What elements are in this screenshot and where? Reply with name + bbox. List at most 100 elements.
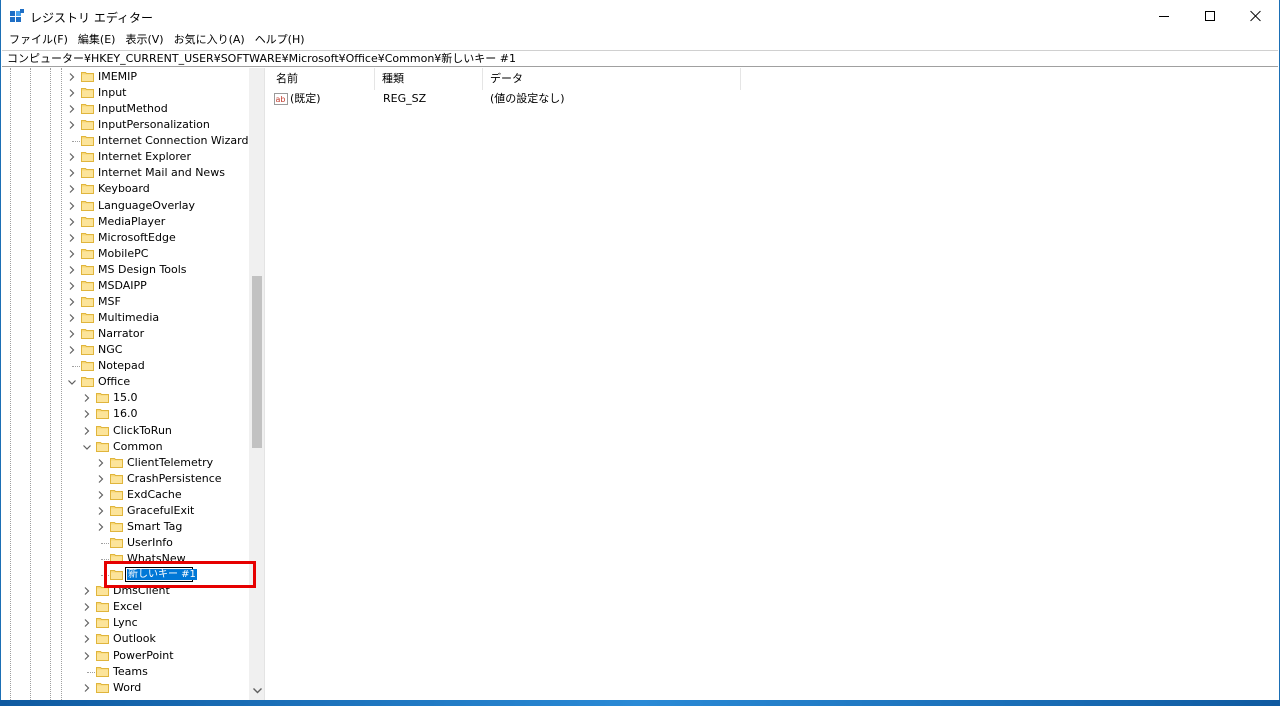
tree-item-imemip[interactable]: IMEMIP	[2, 69, 249, 85]
tree-item-userinfo[interactable]: UserInfo	[2, 535, 249, 551]
chevron-right-icon[interactable]	[66, 215, 78, 229]
minimize-button[interactable]	[1141, 0, 1187, 32]
chevron-right-icon[interactable]	[81, 424, 93, 438]
value-type: REG_SZ	[383, 92, 427, 105]
chevron-right-icon[interactable]	[81, 681, 93, 695]
tree-item-teams[interactable]: Teams	[2, 664, 249, 680]
tree-item-label: MicrosoftEdge	[98, 230, 176, 244]
chevron-right-icon[interactable]	[81, 600, 93, 614]
tree-item-label: Input	[98, 86, 127, 100]
menu-help[interactable]: ヘルプ(H)	[250, 32, 310, 50]
tree-item-word[interactable]: Word	[2, 680, 249, 696]
tree-item-inputpersonalization[interactable]: InputPersonalization	[2, 117, 249, 133]
chevron-right-icon[interactable]	[66, 327, 78, 341]
scroll-down-button[interactable]	[249, 682, 264, 700]
tree-item-mobilepc[interactable]: MobilePC	[2, 246, 249, 262]
chevron-right-icon[interactable]	[95, 520, 107, 534]
tree-item-clienttelemetry[interactable]: ClientTelemetry	[2, 455, 249, 471]
tree-item-label: Office	[98, 375, 131, 389]
tree-item-16-0[interactable]: 16.0	[2, 406, 249, 422]
close-button[interactable]	[1233, 0, 1279, 32]
tree-item-mediaplayer[interactable]: MediaPlayer	[2, 214, 249, 230]
title-bar[interactable]: レジストリ エディター	[1, 0, 1279, 32]
tree-item-smart-tag[interactable]: Smart Tag	[2, 519, 249, 535]
chevron-right-icon[interactable]	[81, 391, 93, 405]
chevron-right-icon[interactable]	[66, 182, 78, 196]
chevron-right-icon[interactable]	[66, 118, 78, 132]
chevron-right-icon[interactable]	[66, 263, 78, 277]
folder-icon	[81, 312, 94, 324]
tree-item-powerpoint[interactable]: PowerPoint	[2, 648, 249, 664]
tree-item-microsoftedge[interactable]: MicrosoftEdge	[2, 230, 249, 246]
tree-item-internet-explorer[interactable]: Internet Explorer	[2, 149, 249, 165]
chevron-right-icon[interactable]	[66, 150, 78, 164]
tree-item-clicktorun[interactable]: ClickToRun	[2, 423, 249, 439]
tree-item-narrator[interactable]: Narrator	[2, 326, 249, 342]
chevron-right-icon[interactable]	[95, 488, 107, 502]
tree-item-crashpersistence[interactable]: CrashPersistence	[2, 471, 249, 487]
tree-item-label: Multimedia	[98, 311, 160, 325]
chevron-right-icon[interactable]	[66, 295, 78, 309]
scroll-thumb[interactable]	[252, 276, 262, 448]
chevron-right-icon[interactable]	[95, 504, 107, 518]
tree-item-excel[interactable]: Excel	[2, 599, 249, 615]
chevron-down-icon[interactable]	[81, 440, 93, 454]
chevron-right-icon[interactable]	[81, 584, 93, 598]
chevron-down-icon[interactable]	[66, 375, 78, 389]
tree-item-label: InputPersonalization	[98, 118, 210, 132]
column-header-name[interactable]: 名前	[269, 68, 375, 90]
tree-item-keyboard[interactable]: Keyboard	[2, 181, 249, 197]
menu-view[interactable]: 表示(V)	[120, 32, 168, 50]
tree-item-languageoverlay[interactable]: LanguageOverlay	[2, 198, 249, 214]
tree-item-msf[interactable]: MSF	[2, 294, 249, 310]
tree-item-input[interactable]: Input	[2, 85, 249, 101]
tree-item-msdaipp[interactable]: MSDAIPP	[2, 278, 249, 294]
folder-icon	[81, 71, 94, 82]
folder-icon	[81, 344, 94, 356]
menu-file[interactable]: ファイル(F)	[4, 32, 73, 50]
chevron-right-icon[interactable]	[66, 311, 78, 325]
chevron-right-icon[interactable]	[66, 231, 78, 245]
tree-item-office[interactable]: Office	[2, 374, 249, 390]
chevron-right-icon[interactable]	[95, 472, 107, 486]
chevron-right-icon[interactable]	[81, 649, 93, 663]
values-list-pane[interactable]: 名前 種類 データ ab (既定) REG_SZ (値の設定なし)	[269, 68, 1279, 700]
chevron-right-icon[interactable]	[81, 632, 93, 646]
tree-item-label: Teams	[113, 664, 148, 678]
column-header-type[interactable]: 種類	[375, 68, 483, 90]
tree-pane[interactable]: IMEMIP Input InputMethod InputPersonalizati…	[2, 68, 265, 700]
menu-edit[interactable]: 編集(E)	[73, 32, 121, 50]
column-header-data[interactable]: データ	[483, 68, 741, 90]
tree-item-ngc[interactable]: NGC	[2, 342, 249, 358]
tree-item-notepad[interactable]: Notepad	[2, 358, 249, 374]
chevron-right-icon[interactable]	[66, 199, 78, 213]
chevron-right-icon[interactable]	[81, 407, 93, 421]
tree-item-exdcache[interactable]: ExdCache	[2, 487, 249, 503]
tree-item-lync[interactable]: Lync	[2, 615, 249, 631]
tree-item-multimedia[interactable]: Multimedia	[2, 310, 249, 326]
tree-item-internet-mail-and-news[interactable]: Internet Mail and News	[2, 165, 249, 181]
chevron-right-icon[interactable]	[66, 70, 78, 84]
tree-scrollbar[interactable]	[249, 68, 264, 700]
tree-item-outlook[interactable]: Outlook	[2, 631, 249, 647]
folder-icon	[81, 360, 94, 372]
chevron-right-icon[interactable]	[95, 456, 107, 470]
chevron-right-icon[interactable]	[66, 247, 78, 261]
address-bar[interactable]: コンピューター¥HKEY_CURRENT_USER¥SOFTWARE¥Micro…	[2, 50, 1278, 67]
tree-item-internet-connection-wizard[interactable]: Internet Connection Wizard	[2, 133, 249, 149]
maximize-button[interactable]	[1187, 0, 1233, 32]
tree-item-ms-design-tools[interactable]: MS Design Tools	[2, 262, 249, 278]
chevron-right-icon[interactable]	[66, 102, 78, 116]
chevron-right-icon[interactable]	[81, 616, 93, 630]
menu-favorites[interactable]: お気に入り(A)	[169, 32, 250, 50]
chevron-right-icon[interactable]	[66, 166, 78, 180]
tree-item-inputmethod[interactable]: InputMethod	[2, 101, 249, 117]
folder-icon	[110, 537, 123, 549]
tree-item-common[interactable]: Common	[2, 439, 249, 455]
chevron-right-icon[interactable]	[66, 86, 78, 100]
tree-item-15-0[interactable]: 15.0	[2, 390, 249, 406]
chevron-right-icon[interactable]	[66, 343, 78, 357]
tree-item-gracefulexit[interactable]: GracefulExit	[2, 503, 249, 519]
value-name[interactable]: (既定)	[290, 90, 321, 108]
chevron-right-icon[interactable]	[66, 279, 78, 293]
